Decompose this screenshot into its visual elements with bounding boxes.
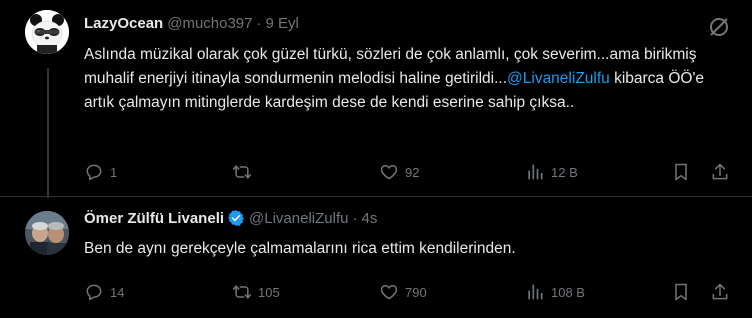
retweet-count: 105 <box>258 284 280 300</box>
like-button[interactable]: 790 <box>379 280 427 304</box>
like-button[interactable]: 92 <box>379 160 419 184</box>
separator-dot: · <box>256 15 262 32</box>
like-icon <box>380 165 398 180</box>
share-button[interactable] <box>710 280 730 304</box>
action-bar: 1 92 12 B <box>84 160 734 184</box>
reply-button[interactable]: 14 <box>84 280 124 304</box>
reply-button[interactable]: 1 <box>84 160 117 184</box>
bookmark-button[interactable] <box>671 160 691 184</box>
bookmark-icon <box>675 283 687 301</box>
views-count: 12 B <box>551 164 578 180</box>
tweet-livaneli[interactable]: Ömer Zülfü Livaneli @LivaneliZulfu · 4s … <box>0 197 752 318</box>
views-button[interactable]: 108 B <box>525 280 585 304</box>
share-button[interactable] <box>710 160 730 184</box>
retweet-icon <box>232 165 252 179</box>
reply-count: 14 <box>110 284 125 300</box>
retweet-button[interactable] <box>232 160 258 184</box>
share-icon <box>712 283 728 300</box>
avatar-lazyocean[interactable] <box>25 10 69 54</box>
reply-icon <box>86 164 102 181</box>
views-icon <box>528 164 543 180</box>
like-count: 92 <box>405 164 420 180</box>
retweet-icon <box>232 285 252 299</box>
tweet-header: Ömer Zülfü Livaneli @LivaneliZulfu · 4s <box>84 209 377 227</box>
bookmark-button[interactable] <box>671 280 691 304</box>
views-icon <box>528 284 543 300</box>
timestamp[interactable]: 9 Eyl <box>266 15 299 32</box>
share-icon <box>712 163 728 180</box>
reply-count: 1 <box>110 164 118 180</box>
bookmark-icon <box>675 163 687 181</box>
views-button[interactable]: 12 B <box>525 160 578 184</box>
author-name[interactable]: Ömer Zülfü Livaneli <box>84 210 224 227</box>
tweet-header: LazyOcean @mucho397 · 9 Eyl <box>84 15 299 32</box>
grok-icon[interactable] <box>706 14 732 40</box>
like-count: 790 <box>405 284 427 300</box>
author-name[interactable]: LazyOcean <box>84 15 163 32</box>
views-count: 108 B <box>551 284 585 300</box>
verified-badge-icon <box>227 209 245 227</box>
tweet-text: Ben de aynı gerekçeyle çalmamalarını ric… <box>84 240 516 257</box>
avatar-livaneli[interactable] <box>25 211 69 255</box>
like-icon <box>380 285 398 300</box>
author-handle[interactable]: @mucho397 <box>167 15 252 32</box>
author-handle[interactable]: @LivaneliZulfu <box>249 210 348 227</box>
separator-dot: · <box>352 209 358 227</box>
timestamp[interactable]: 4s <box>361 210 377 227</box>
mention-link[interactable]: @LivaneliZulfu <box>507 70 610 87</box>
tweet-text: Aslında müzikal olarak çok güzel türkü, … <box>84 43 724 115</box>
retweet-button[interactable]: 105 <box>232 280 280 304</box>
reply-icon <box>86 284 102 301</box>
tweet-lazyocean[interactable]: LazyOcean @mucho397 · 9 Eyl Aslında müzi… <box>0 0 752 196</box>
action-bar: 14 105 790 108 B <box>84 280 734 304</box>
